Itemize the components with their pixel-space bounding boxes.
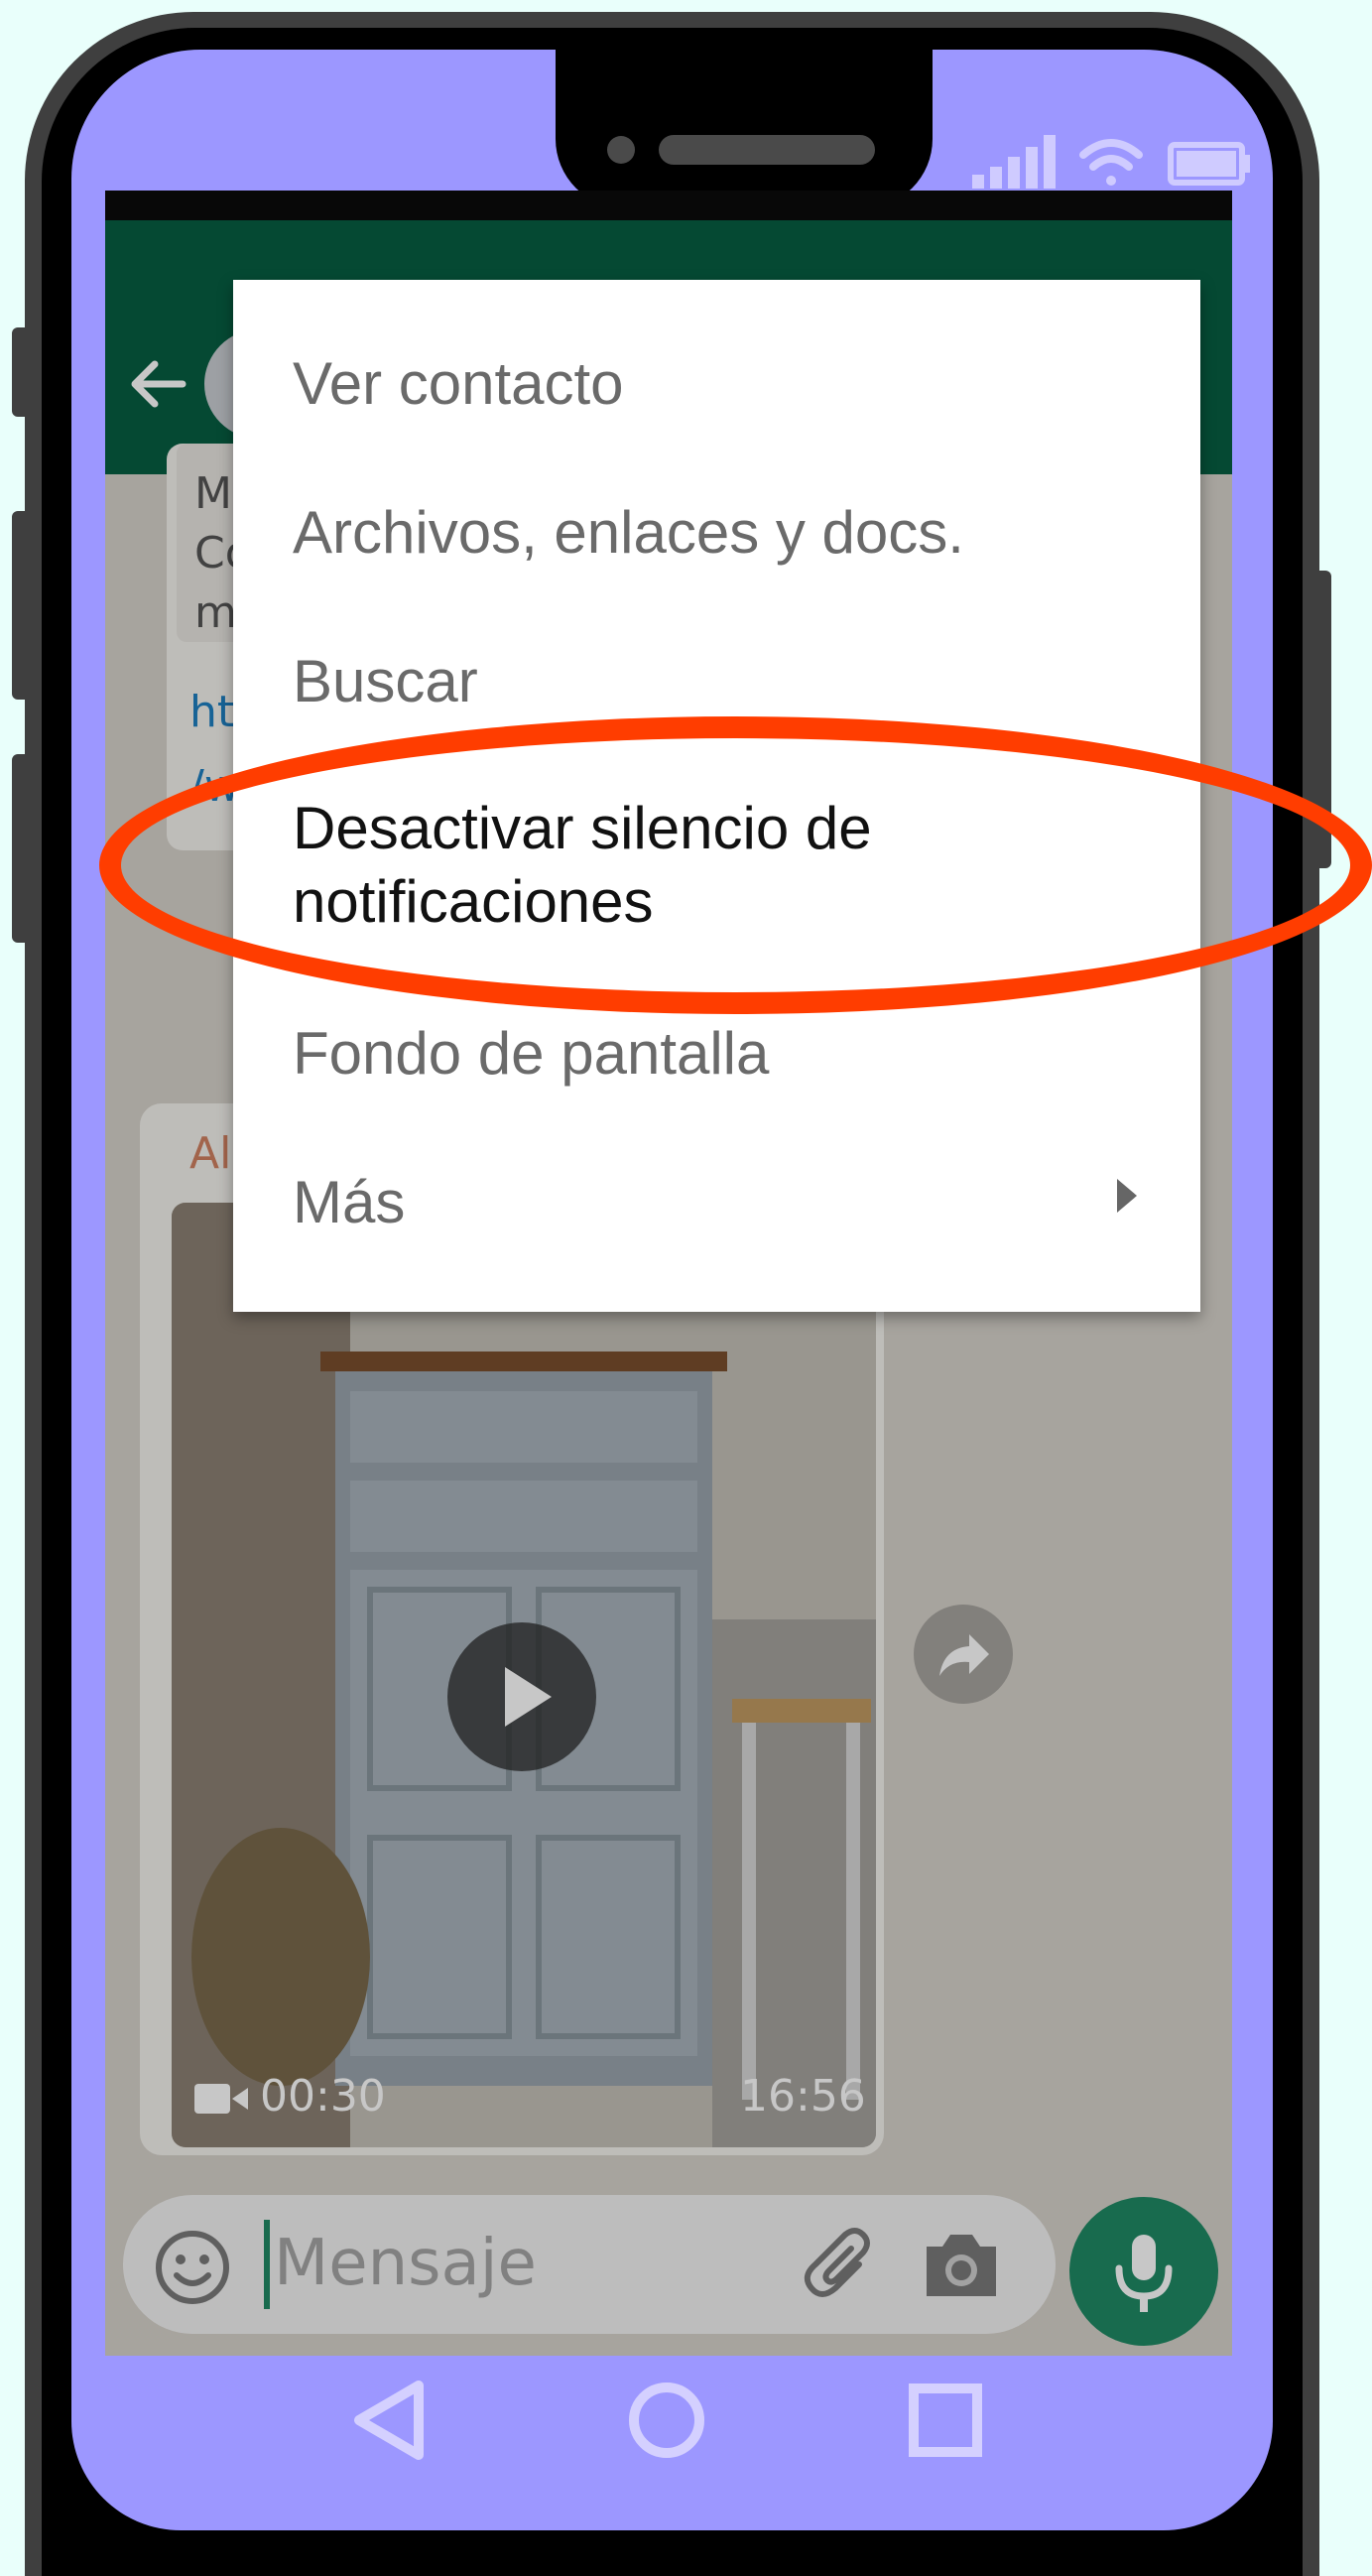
signal-icon — [972, 135, 1056, 189]
android-nav-bar — [354, 2381, 982, 2460]
nav-back-icon[interactable] — [354, 2381, 424, 2460]
menu-item-files-links-docs[interactable]: Archivos, enlaces y docs. — [293, 498, 964, 567]
battery-icon — [1168, 142, 1250, 186]
status-bar — [972, 135, 1250, 189]
nav-recents-icon[interactable] — [909, 2383, 982, 2457]
menu-item-more[interactable]: Más — [293, 1168, 405, 1236]
wifi-icon — [1079, 139, 1143, 186]
menu-item-view-contact[interactable]: Ver contacto — [293, 349, 624, 418]
highlight-annotation — [99, 716, 1372, 1014]
phone-notch — [556, 50, 933, 208]
front-camera — [607, 136, 635, 164]
nav-home-icon[interactable] — [629, 2383, 704, 2458]
menu-item-search[interactable]: Buscar — [293, 647, 478, 715]
earpiece-speaker — [659, 135, 875, 165]
menu-item-wallpaper[interactable]: Fondo de pantalla — [293, 1019, 769, 1088]
submenu-arrow-icon — [1117, 1179, 1137, 1213]
